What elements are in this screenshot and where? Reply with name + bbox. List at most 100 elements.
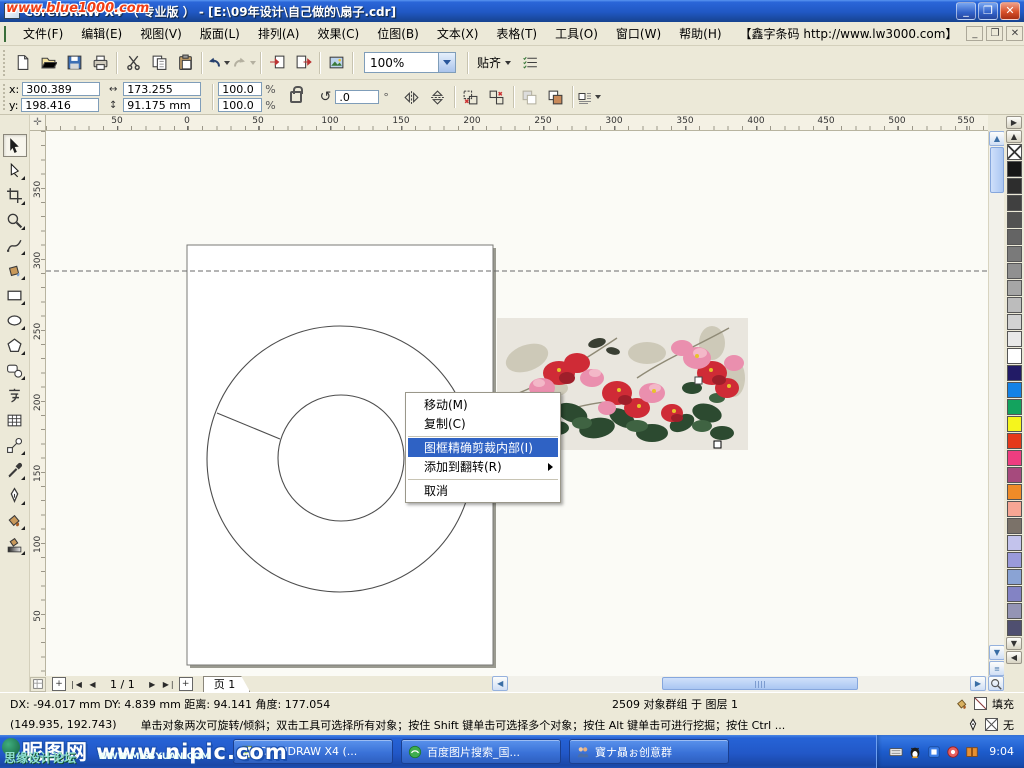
antivirus-tray-icon[interactable] <box>946 745 960 759</box>
menu-arrange[interactable]: 排列(A) <box>249 22 309 45</box>
open-button[interactable] <box>35 50 61 76</box>
vertical-ruler[interactable]: 35030025020015010050 <box>30 131 46 676</box>
scroll-down-button[interactable]: ▼ <box>989 645 1005 660</box>
palette-expand-button[interactable]: ◀ <box>1006 651 1022 664</box>
context-item-powerclip-inside[interactable]: 图框精确剪裁内部(I) <box>408 438 558 457</box>
messenger-tray-icon[interactable] <box>927 745 941 759</box>
flyout-indicator-icon[interactable] <box>21 376 25 380</box>
undo-button[interactable] <box>205 50 231 76</box>
color-swatch[interactable] <box>1007 569 1022 585</box>
color-swatch[interactable] <box>1007 246 1022 262</box>
doc-minimize-button[interactable]: _ <box>966 26 983 41</box>
toolbar-button[interactable] <box>198 50 205 76</box>
outline-pen-tool[interactable] <box>3 484 27 507</box>
menu-effects[interactable]: 效果(C) <box>308 22 368 45</box>
flyout-indicator-icon[interactable] <box>21 251 25 255</box>
ungroup-button[interactable] <box>484 84 510 110</box>
y-position-field[interactable]: 198.416 mm <box>21 98 99 112</box>
navigator-button[interactable] <box>988 676 1004 691</box>
horizontal-scroll-thumb[interactable] <box>662 677 858 690</box>
object-width-field[interactable]: 173.255 mm <box>123 82 201 96</box>
flyout-indicator-icon[interactable] <box>21 501 25 505</box>
keyboard-tray-icon[interactable] <box>889 745 903 759</box>
color-swatch[interactable] <box>1007 348 1022 364</box>
scroll-right-button[interactable]: ▶ <box>970 676 986 691</box>
new-button[interactable] <box>9 50 35 76</box>
menu-edit[interactable]: 编辑(E) <box>72 22 131 45</box>
qq-tray-icon[interactable] <box>908 745 922 759</box>
interactive-blend-tool[interactable] <box>3 434 27 457</box>
mirror-vertical-button[interactable] <box>425 84 451 110</box>
color-swatch[interactable] <box>1007 280 1022 296</box>
propbar-button[interactable] <box>510 84 517 110</box>
color-swatch[interactable] <box>1007 178 1022 194</box>
color-swatch[interactable] <box>1007 416 1022 432</box>
color-swatch[interactable] <box>1007 501 1022 517</box>
color-swatch[interactable] <box>1007 450 1022 466</box>
add-page-button-2[interactable]: + <box>179 677 193 691</box>
palette-scroll-up-button[interactable]: ▲ <box>1006 130 1022 143</box>
toolbar-grip[interactable] <box>2 49 7 76</box>
scroll-left-button[interactable]: ◀ <box>492 676 508 691</box>
page-tab[interactable]: 页 1 <box>203 676 251 692</box>
doc-restore-button[interactable]: ❐ <box>986 26 1003 41</box>
text-tool[interactable] <box>3 384 27 407</box>
eyedropper-tool[interactable] <box>3 459 27 482</box>
scale-lock-icon[interactable] <box>290 91 302 103</box>
menu-bitmaps[interactable]: 位图(B) <box>368 22 428 45</box>
pick-tool[interactable] <box>3 134 27 157</box>
color-swatch[interactable] <box>1007 586 1022 602</box>
scroll-up-button[interactable]: ▲ <box>989 131 1005 146</box>
context-item-add-to-rollover[interactable]: 添加到翻转(R) <box>408 457 558 476</box>
mirror-horizontal-button[interactable] <box>399 84 425 110</box>
menu-layout[interactable]: 版面(L) <box>191 22 249 45</box>
minimize-button[interactable]: _ <box>956 2 976 20</box>
ruler-origin-icon[interactable]: ✛ <box>30 115 46 131</box>
flyout-indicator-icon[interactable] <box>21 276 25 280</box>
color-swatch[interactable] <box>1007 195 1022 211</box>
first-page-button[interactable]: ❘◀ <box>68 677 83 691</box>
ellipse-tool[interactable] <box>3 309 27 332</box>
scale-v-field[interactable]: 100.0 <box>218 98 262 112</box>
restore-button[interactable]: ❐ <box>978 2 998 20</box>
copy-button[interactable] <box>146 50 172 76</box>
menu-view[interactable]: 视图(V) <box>131 22 191 45</box>
cut-button[interactable] <box>120 50 146 76</box>
vertical-scroll-thumb[interactable] <box>990 147 1004 193</box>
next-page-button[interactable]: ▶ <box>145 677 160 691</box>
color-swatch[interactable] <box>1007 603 1022 619</box>
flyout-indicator-icon[interactable] <box>21 226 25 230</box>
shape-tool[interactable] <box>3 159 27 182</box>
flyout-indicator-icon[interactable] <box>21 526 25 530</box>
menu-text[interactable]: 文本(X) <box>428 22 488 45</box>
table-tool[interactable] <box>3 409 27 432</box>
page-sorter-button[interactable] <box>30 677 46 692</box>
dictionary-tray-icon[interactable] <box>965 745 979 759</box>
propbar-grip[interactable] <box>2 83 7 111</box>
wrap-paragraph-text-button[interactable] <box>576 84 602 110</box>
fill-tool[interactable] <box>3 509 27 532</box>
add-page-button[interactable]: + <box>52 677 66 691</box>
taskbar-button-baidu[interactable]: 百度图片搜索_国... <box>401 739 561 764</box>
last-page-button[interactable]: ▶❘ <box>162 677 177 691</box>
color-swatch[interactable] <box>1007 212 1022 228</box>
flyout-indicator-icon[interactable] <box>21 201 25 205</box>
menu-help[interactable]: 帮助(H) <box>670 22 730 45</box>
vertical-scrollbar[interactable]: ▲ ▼ ≡ <box>988 131 1004 676</box>
previous-page-button[interactable]: ◀ <box>85 677 100 691</box>
color-swatch[interactable] <box>1007 314 1022 330</box>
context-item-cancel[interactable]: 取消 <box>408 481 558 500</box>
export-button[interactable] <box>290 50 316 76</box>
back-one-button[interactable] <box>517 84 543 110</box>
color-swatch[interactable] <box>1007 161 1022 177</box>
flyout-indicator-icon[interactable] <box>21 326 25 330</box>
color-swatch[interactable] <box>1007 518 1022 534</box>
zoom-tool[interactable] <box>3 209 27 232</box>
taskbar-button-coreldraw[interactable]: CorelDRAW X4 (... <box>233 739 393 764</box>
page-flip-button[interactable]: ≡ <box>989 661 1005 676</box>
color-swatch[interactable] <box>1007 229 1022 245</box>
toolbar-button[interactable] <box>113 50 120 76</box>
scale-h-field[interactable]: 100.0 <box>218 82 262 96</box>
color-swatch[interactable] <box>1007 331 1022 347</box>
color-swatch[interactable] <box>1007 467 1022 483</box>
